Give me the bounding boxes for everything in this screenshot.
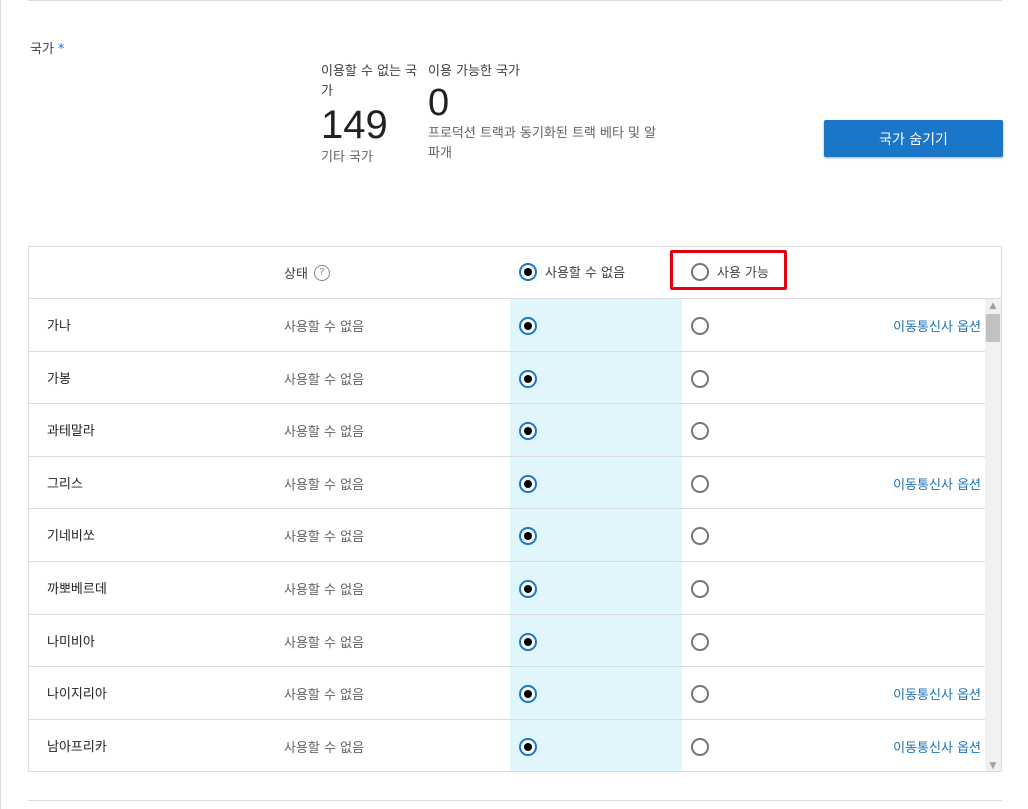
- available-stat-label: 이용 가능한 국가: [428, 64, 520, 79]
- carrier-options-link[interactable]: 이동통신사 옵션: [893, 474, 981, 493]
- unavailable-stat-label: 이용할 수 없는 국가: [321, 64, 418, 99]
- country-name: 나이지리아: [47, 687, 107, 703]
- available-radio[interactable]: [691, 685, 709, 704]
- country-name: 남아프리카: [47, 739, 107, 755]
- country-name: 나미비아: [47, 634, 95, 650]
- help-icon[interactable]: ?: [313, 264, 330, 281]
- scroll-up-arrow-icon[interactable]: ▲: [985, 299, 1001, 313]
- available-radio[interactable]: [691, 737, 709, 756]
- select-all-unavailable[interactable]: 사용할 수 없음: [519, 262, 625, 281]
- unavailable-radio[interactable]: [519, 317, 537, 335]
- country-name: 기네비쏘: [47, 529, 95, 545]
- table-row: 가나 사용할 수 없음 이동통신사 옵션: [29, 299, 985, 352]
- available-countries-stat: 이용 가능한 국가 0 프로덕션 트랙과 동기화된 트랙 베타 및 알파개: [428, 62, 668, 164]
- carrier-options-link[interactable]: 이동통신사 옵션: [893, 684, 981, 703]
- country-status: 사용할 수 없음: [284, 688, 365, 704]
- unavailable-radio[interactable]: [519, 632, 537, 651]
- unavailable-radio[interactable]: [519, 685, 537, 704]
- country-name: 가봉: [47, 371, 71, 387]
- unavailable-stat-count: 149: [321, 103, 388, 147]
- country-status: 사용할 수 없음: [284, 582, 365, 598]
- unavailable-countries-stat: 이용할 수 없는 국가 149 기타 국가: [321, 62, 421, 168]
- required-mark: *: [57, 42, 65, 57]
- available-stat-sub: 프로덕션 트랙과 동기화된 트랙 베타 및 알파개: [428, 126, 657, 161]
- available-radio[interactable]: [691, 422, 709, 441]
- table-row: 나이지리아 사용할 수 없음 이동통신사 옵션: [29, 667, 985, 720]
- country-table: 상태 ? 사용할 수 없음 사용 가능 가나 사용할 수 없음 이동통신사 옵션 가봉…: [28, 246, 1002, 772]
- available-radio[interactable]: [691, 527, 709, 546]
- highlight-annotation-box: [670, 250, 787, 290]
- table-header: 상태 ? 사용할 수 없음 사용 가능: [29, 247, 1001, 299]
- country-name: 과테말라: [47, 424, 95, 440]
- table-row: 과테말라 사용할 수 없음: [29, 404, 985, 457]
- unavailable-radio[interactable]: [519, 474, 537, 493]
- country-name: 가나: [47, 319, 71, 334]
- table-row: 기네비쏘 사용할 수 없음: [29, 509, 985, 562]
- table-row: 가봉 사용할 수 없음: [29, 352, 985, 405]
- table-row: 남아프리카 사용할 수 없음 이동통신사 옵션: [29, 720, 985, 771]
- unavailable-stat-sub: 기타 국가: [321, 150, 373, 165]
- table-row: 까뽀베르데 사용할 수 없음: [29, 562, 985, 615]
- top-divider: [28, 0, 1002, 1]
- table-body: 가나 사용할 수 없음 이동통신사 옵션 가봉 사용할 수 없음 과테말라 사용할 수 없음…: [29, 299, 985, 771]
- country-status: 사용할 수 없음: [284, 635, 365, 651]
- country-status: 사용할 수 없음: [284, 372, 365, 388]
- available-radio[interactable]: [691, 317, 709, 335]
- available-radio[interactable]: [691, 369, 709, 388]
- country-status: 사용할 수 없음: [284, 320, 365, 335]
- available-radio[interactable]: [691, 474, 709, 493]
- carrier-options-link[interactable]: 이동통신사 옵션: [893, 316, 981, 335]
- available-radio[interactable]: [691, 579, 709, 598]
- table-row: 나미비아 사용할 수 없음: [29, 615, 985, 668]
- carrier-options-link[interactable]: 이동통신사 옵션: [893, 737, 981, 756]
- unavailable-radio[interactable]: [519, 422, 537, 441]
- bottom-divider: [28, 800, 1002, 801]
- scroll-down-arrow-icon[interactable]: ▼: [985, 759, 1001, 771]
- unavailable-radio[interactable]: [519, 737, 537, 756]
- country-field-label: 국가 *: [30, 42, 65, 57]
- country-status: 사용할 수 없음: [284, 425, 365, 441]
- left-border: [0, 0, 1, 809]
- scrollbar-thumb[interactable]: [986, 314, 1000, 342]
- country-status: 사용할 수 없음: [284, 740, 365, 756]
- vertical-scrollbar[interactable]: ▲ ▼: [985, 299, 1001, 771]
- country-status: 사용할 수 없음: [284, 477, 365, 493]
- country-name: 까뽀베르데: [47, 581, 107, 597]
- country-status: 사용할 수 없음: [284, 530, 365, 546]
- available-stat-count: 0: [428, 82, 450, 124]
- country-name: 그리스: [47, 476, 83, 492]
- available-radio[interactable]: [691, 632, 709, 651]
- unavailable-radio[interactable]: [519, 527, 537, 546]
- radio-selected-icon[interactable]: [519, 262, 537, 281]
- unavailable-radio[interactable]: [519, 369, 537, 388]
- unavailable-radio[interactable]: [519, 579, 537, 598]
- table-row: 그리스 사용할 수 없음 이동통신사 옵션: [29, 457, 985, 510]
- status-header: 상태 ?: [284, 263, 330, 282]
- hide-countries-button[interactable]: 국가 숨기기: [824, 120, 1003, 157]
